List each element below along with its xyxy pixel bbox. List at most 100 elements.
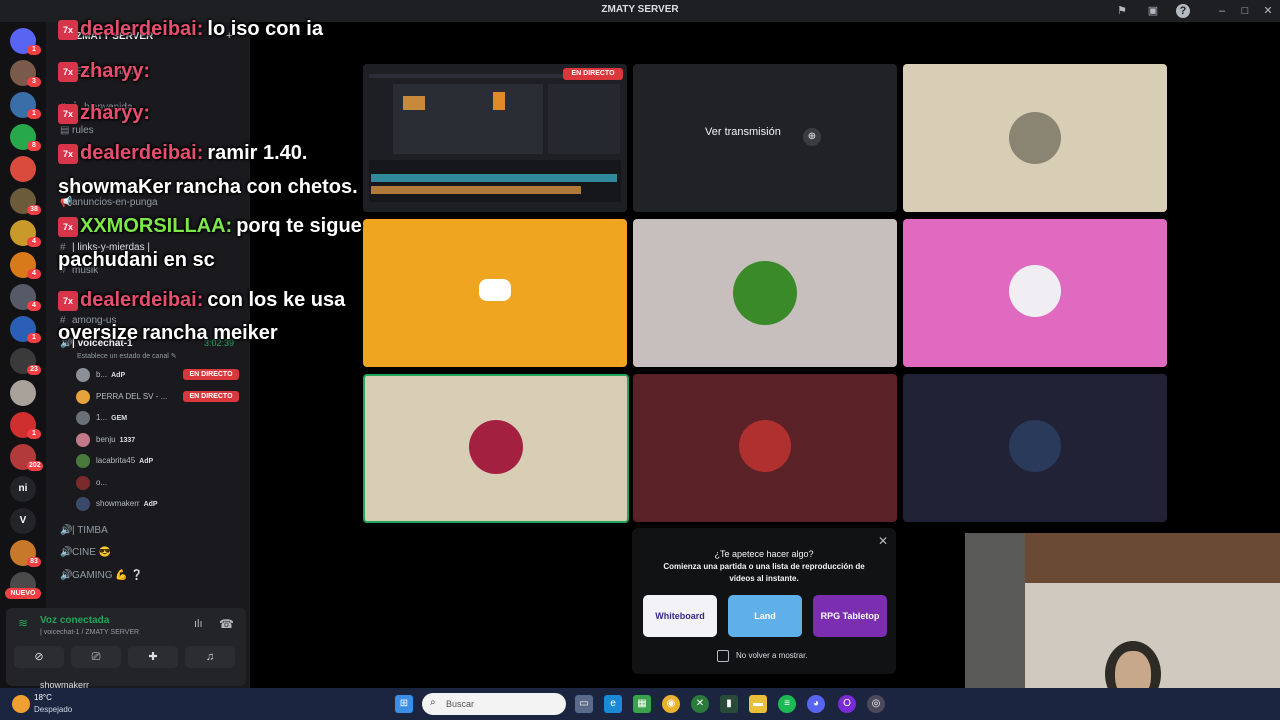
task-view-icon[interactable]: ▭ (575, 695, 593, 713)
chat-username: oversize (58, 322, 139, 344)
live-badge: EN DIRECTO (563, 68, 623, 80)
opera-icon[interactable]: O (838, 695, 856, 713)
avatar (76, 497, 90, 511)
screen-share-tile[interactable]: EN DIRECTO (363, 64, 627, 212)
server-badge: 1 (27, 109, 41, 119)
voice-member[interactable]: benju 1337 (76, 432, 135, 447)
chat-text: rancha con chetos. (175, 176, 358, 198)
participant-tile-4[interactable] (903, 219, 1167, 367)
camera-off-button[interactable]: ⊘ (14, 646, 64, 668)
channel-status[interactable]: Establece un estado de canal ✎ (77, 352, 177, 360)
chat-username: dealerdeibai: (80, 18, 204, 40)
weather-icon[interactable] (12, 695, 30, 713)
voice-channel-gaming[interactable]: 🔊GAMING 💪 ❔ (60, 570, 143, 581)
voice-member[interactable]: lacabrita45 AdP (76, 454, 153, 468)
steam-icon[interactable]: ◎ (867, 695, 885, 713)
close-window-icon[interactable]: ✕ (1261, 4, 1275, 18)
weather-desc[interactable]: Despejado (34, 705, 72, 714)
dont-show-label[interactable]: No volver a mostrar. (736, 651, 808, 660)
chat-message: 7x dealerdeibai: lo iso con ia (58, 18, 323, 41)
member-tag: GEM (111, 415, 128, 423)
taskbar-search[interactable]: ⌕ Buscar (422, 693, 566, 715)
chrome-icon[interactable]: ◉ (662, 695, 680, 713)
voice-channel-timba[interactable]: 🔊| TIMBA (60, 525, 108, 536)
voice-channel-cine[interactable]: 🔊CINE 😎 (60, 547, 111, 558)
participant-tile-6[interactable] (633, 374, 897, 522)
minimize-icon[interactable]: – (1215, 4, 1229, 18)
noise-suppression-icon[interactable]: ılı (194, 618, 203, 630)
activity-popup: ✕ ¿Te apetece hacer algo? Comienza una p… (632, 528, 896, 674)
chat-username: showmaKer (58, 176, 172, 198)
server-badge: 8 (27, 141, 41, 151)
voice-member[interactable]: PERRA DEL SV - ... (76, 389, 168, 404)
member-name: PERRA DEL SV - ... (96, 391, 168, 401)
participant-tile-2[interactable] (363, 219, 627, 367)
member-name: 1... (96, 413, 108, 423)
participant-tile-7[interactable] (903, 374, 1167, 522)
monitor-icon[interactable]: ▣ (1146, 4, 1160, 18)
inbox-icon[interactable]: ⚑ (1115, 4, 1129, 18)
channel-rules[interactable]: ▤ rules (60, 125, 94, 136)
weather-temp[interactable]: 18°C (34, 693, 52, 702)
participant-avatar (739, 420, 791, 472)
server-rail: 1 3 1 8 38 4 4 4 1 23 1 202 ni V 83 NUEVO (0, 22, 46, 688)
server-badge: 4 (27, 269, 41, 279)
file-explorer-icon[interactable]: ▬ (749, 695, 767, 713)
activity-card-whiteboard[interactable]: Whiteboard (643, 595, 717, 637)
minecraft-icon[interactable]: ▦ (633, 695, 651, 713)
badge-icon: 7x (58, 103, 78, 124)
stream-preview-tile[interactable]: Ver transmisión ⊕ (633, 64, 897, 212)
voice-member[interactable]: b... AdP (76, 368, 125, 382)
participant-avatar (733, 261, 797, 325)
server-icon-14[interactable]: ni (10, 476, 36, 502)
popup-title: ¿Te apetece hacer algo? (714, 549, 814, 559)
voice-connected-title[interactable]: Voz conectada (40, 615, 109, 626)
member-tag: AdP (111, 372, 126, 380)
participant-tile-3[interactable] (633, 219, 897, 367)
voice-connected-subtitle[interactable]: | voicechat-1 / ZMATY SERVER (40, 629, 139, 636)
voice-member[interactable]: showmakerr AdP (76, 497, 158, 511)
spotify-icon[interactable]: ≡ (778, 695, 796, 713)
activities-button[interactable]: ✚ (128, 646, 178, 668)
maximize-icon[interactable]: □ (1238, 4, 1252, 18)
voice-member[interactable]: 1... GEM (76, 411, 127, 425)
participant-tile-1[interactable] (903, 64, 1167, 212)
avatar (76, 368, 90, 382)
signal-icon[interactable]: ≋ (18, 616, 28, 630)
server-icon-11[interactable] (10, 380, 36, 406)
member-tag: AdP (143, 501, 158, 509)
app-icon[interactable]: ▮ (720, 695, 738, 713)
start-menu-icon[interactable]: ⊞ (395, 695, 413, 713)
chat-text: ramir 1.40. (207, 142, 308, 164)
close-popup-icon[interactable]: ✕ (878, 534, 888, 548)
chat-username: dealerdeibai: (80, 289, 204, 311)
chat-username: XXMORSILLAA: (80, 215, 233, 237)
badge-icon: 7x (58, 290, 78, 311)
soundboard-button[interactable]: ♫ (185, 646, 235, 668)
server-badge: 4 (27, 237, 41, 247)
new-badge[interactable]: NUEVO (5, 588, 41, 599)
discord-taskbar-icon[interactable]: ◕ (807, 695, 825, 713)
help-icon[interactable]: ? (1176, 4, 1190, 18)
server-icon-15[interactable]: V (10, 508, 36, 534)
chat-username: zharyy: (80, 60, 151, 82)
server-badge: 83 (27, 557, 41, 567)
voice-member[interactable]: o... (76, 475, 107, 490)
chat-username: pachudani en sc (58, 249, 215, 271)
server-icon-4[interactable] (10, 156, 36, 182)
chat-message: 7x XXMORSILLAA: porq te sigue (58, 215, 362, 238)
add-watch-icon[interactable]: ⊕ (803, 128, 821, 146)
screen-share-button[interactable]: ⎚ (71, 646, 121, 668)
dont-show-checkbox[interactable] (717, 650, 729, 662)
chat-text: rancha meiker (142, 322, 278, 344)
activity-card-land[interactable]: Land (728, 595, 802, 637)
activity-card-rpg[interactable]: RPG Tabletop (813, 595, 887, 637)
xbox-icon[interactable]: ✕ (691, 695, 709, 713)
participant-tile-speaking[interactable] (363, 374, 629, 523)
participant-avatar (1009, 420, 1061, 472)
watch-stream-label[interactable]: Ver transmisión (705, 126, 781, 138)
avatar (76, 454, 90, 468)
edge-icon[interactable]: e (604, 695, 622, 713)
chat-message: showmaKer rancha con chetos. (58, 176, 358, 199)
disconnect-icon[interactable]: ☎ (219, 617, 234, 631)
